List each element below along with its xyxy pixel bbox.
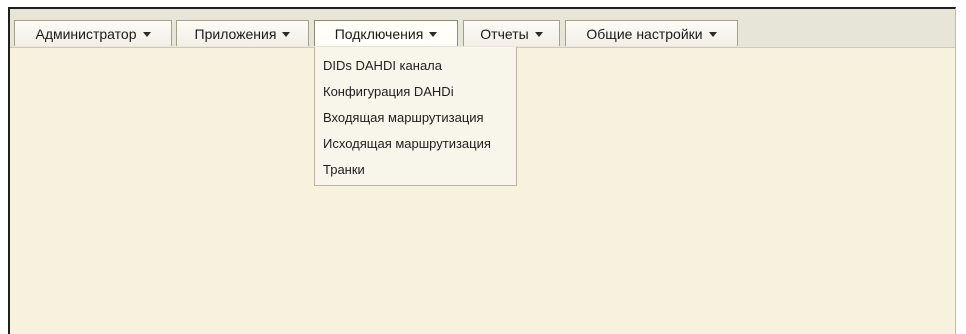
dropdown-item-outbound-routes[interactable]: Исходящая маршрутизация bbox=[315, 131, 516, 157]
menu-applications[interactable]: Приложения bbox=[176, 20, 309, 46]
dropdown-item-inbound-routes[interactable]: Входящая маршрутизация bbox=[315, 105, 516, 131]
menu-connections-label: Подключения bbox=[334, 25, 424, 42]
connections-dropdown: DIDs DAHDI канала Конфигурация DAHDi Вхо… bbox=[314, 47, 517, 186]
caret-down-icon bbox=[708, 32, 717, 37]
dropdown-item-dahdi-dids[interactable]: DIDs DAHDI канала bbox=[315, 53, 516, 79]
caret-down-icon bbox=[534, 32, 543, 37]
app-frame: Администратор Приложения Подключения Отч… bbox=[8, 7, 956, 334]
caret-down-icon bbox=[142, 32, 151, 37]
top-menubar: Администратор Приложения Подключения Отч… bbox=[10, 9, 955, 48]
menu-administrator[interactable]: Администратор bbox=[14, 20, 172, 46]
menu-reports-label: Отчеты bbox=[480, 25, 529, 42]
menu-general-settings[interactable]: Общие настройки bbox=[565, 20, 738, 46]
menu-general-settings-label: Общие настройки bbox=[586, 25, 703, 42]
menu-reports[interactable]: Отчеты bbox=[463, 20, 560, 46]
dropdown-item-dahdi-config[interactable]: Конфигурация DAHDi bbox=[315, 79, 516, 105]
caret-down-icon bbox=[282, 32, 291, 37]
caret-down-icon bbox=[429, 32, 438, 37]
menu-connections[interactable]: Подключения bbox=[314, 20, 458, 46]
menu-applications-label: Приложения bbox=[194, 25, 277, 42]
menu-administrator-label: Администратор bbox=[35, 25, 137, 42]
dropdown-item-trunks[interactable]: Транки bbox=[315, 157, 516, 183]
